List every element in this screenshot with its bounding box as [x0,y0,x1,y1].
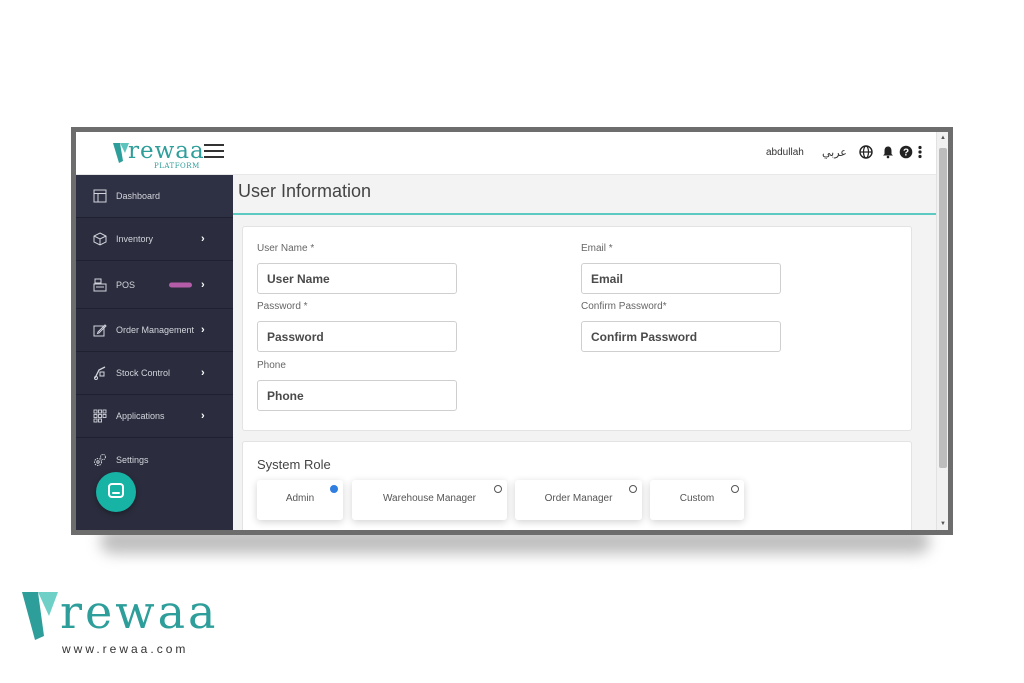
app-window: rewaa PLATFORM Dashboard Inventory › POS… [71,127,953,535]
sidebar-item-label: Order Management [116,325,195,335]
role-option-label: Custom [679,493,715,504]
language-switch[interactable]: عربي [822,146,847,159]
chat-icon [108,483,124,498]
password-label: Password * [257,301,308,312]
dolly-icon [94,366,106,380]
sidebar-item-applications[interactable]: Applications › [76,395,233,438]
scroll-thumb[interactable] [939,148,947,468]
rewaa-logo-mark-icon [113,143,129,163]
sidebar-item-label: POS [116,279,136,290]
footer-url: www.rewaa.com [62,642,189,656]
grid-icon [93,409,107,423]
role-option-label: Order Manager [544,493,613,504]
sidebar-item-inventory[interactable]: Inventory › [76,218,233,261]
globe-icon[interactable] [859,145,873,159]
title-divider [233,213,936,215]
role-option-order-manager[interactable]: Order Manager [515,480,642,520]
svg-text:?: ? [903,148,909,159]
scroll-down-arrow-icon[interactable]: ▼ [940,521,946,527]
sidebar-item-pos[interactable]: POS › [76,261,233,309]
footer-wordmark: rewaa [60,585,219,639]
box-icon [93,232,107,246]
chevron-right-icon: › [201,324,205,336]
confirm-password-input[interactable] [581,321,781,352]
sidebar-item-label: Dashboard [116,191,161,201]
role-option-warehouse-manager[interactable]: Warehouse Manager [352,480,507,520]
dashboard-icon [93,189,107,203]
user-info-card: User Name * Email * Password * Confirm P… [242,226,912,431]
brand-subtitle: PLATFORM [154,162,200,170]
top-bar: abdullah عربي ? [233,132,936,175]
role-option-custom[interactable]: Custom [650,480,744,520]
vertical-scrollbar[interactable]: ▲ ▼ [936,132,948,530]
chevron-right-icon: › [201,233,205,245]
password-input[interactable] [257,321,457,352]
username-input[interactable] [257,263,457,294]
sidebar-item-label: Stock Control [116,368,171,378]
role-option-admin[interactable]: Admin [257,480,343,520]
brand-header: rewaa PLATFORM [76,132,233,175]
sidebar-item-stock-control[interactable]: Stock Control › [76,352,233,395]
help-icon[interactable]: ? [899,145,913,159]
system-role-card: System Role Admin Warehouse Manager Orde… [242,441,912,530]
chevron-right-icon: › [201,410,205,422]
screenshot-stage: rewaa PLATFORM Dashboard Inventory › POS… [0,0,1024,683]
chevron-right-icon: › [201,278,205,291]
chevron-right-icon: › [201,367,205,379]
brand-wordmark: rewaa [128,138,205,164]
beta-badge [169,282,192,287]
role-option-label: Admin [285,493,315,504]
role-option-label: Warehouse Manager [382,493,476,504]
username-label: User Name * [257,243,315,254]
sidebar-item-label: Inventory [116,234,154,244]
phone-label: Phone [257,360,286,371]
phone-input[interactable] [257,380,457,411]
edit-icon [93,324,107,337]
sidebar-item-label: Applications [116,411,165,421]
sidebar-item-dashboard[interactable]: Dashboard [76,175,233,218]
gears-icon [94,453,106,466]
rewaa-logo-mark-icon [22,592,58,640]
email-label: Email * [581,243,613,254]
username-label[interactable]: abdullah [766,147,804,158]
main-content: User Information User Name * Email * Pas… [233,175,936,530]
radio-unselected-icon [629,485,637,493]
page-title: User Information [238,181,372,201]
sidebar-item-order-management[interactable]: Order Management › [76,309,233,352]
radio-unselected-icon [494,485,502,493]
sidebar-item-label: Settings [116,454,149,465]
chat-widget-button[interactable] [96,472,136,512]
system-role-title: System Role [257,457,331,472]
bell-icon[interactable] [881,145,895,159]
scroll-up-arrow-icon[interactable]: ▲ [940,135,946,141]
email-input[interactable] [581,263,781,294]
radio-unselected-icon [731,485,739,493]
sidebar-item-settings[interactable]: Settings [76,438,233,481]
more-vertical-icon[interactable] [916,145,924,159]
sidebar: rewaa PLATFORM Dashboard Inventory › POS… [76,132,233,530]
hamburger-menu-icon[interactable] [204,144,224,158]
confirm-password-label: Confirm Password* [581,301,667,312]
cash-register-icon [93,278,107,291]
radio-selected-icon [330,485,338,493]
